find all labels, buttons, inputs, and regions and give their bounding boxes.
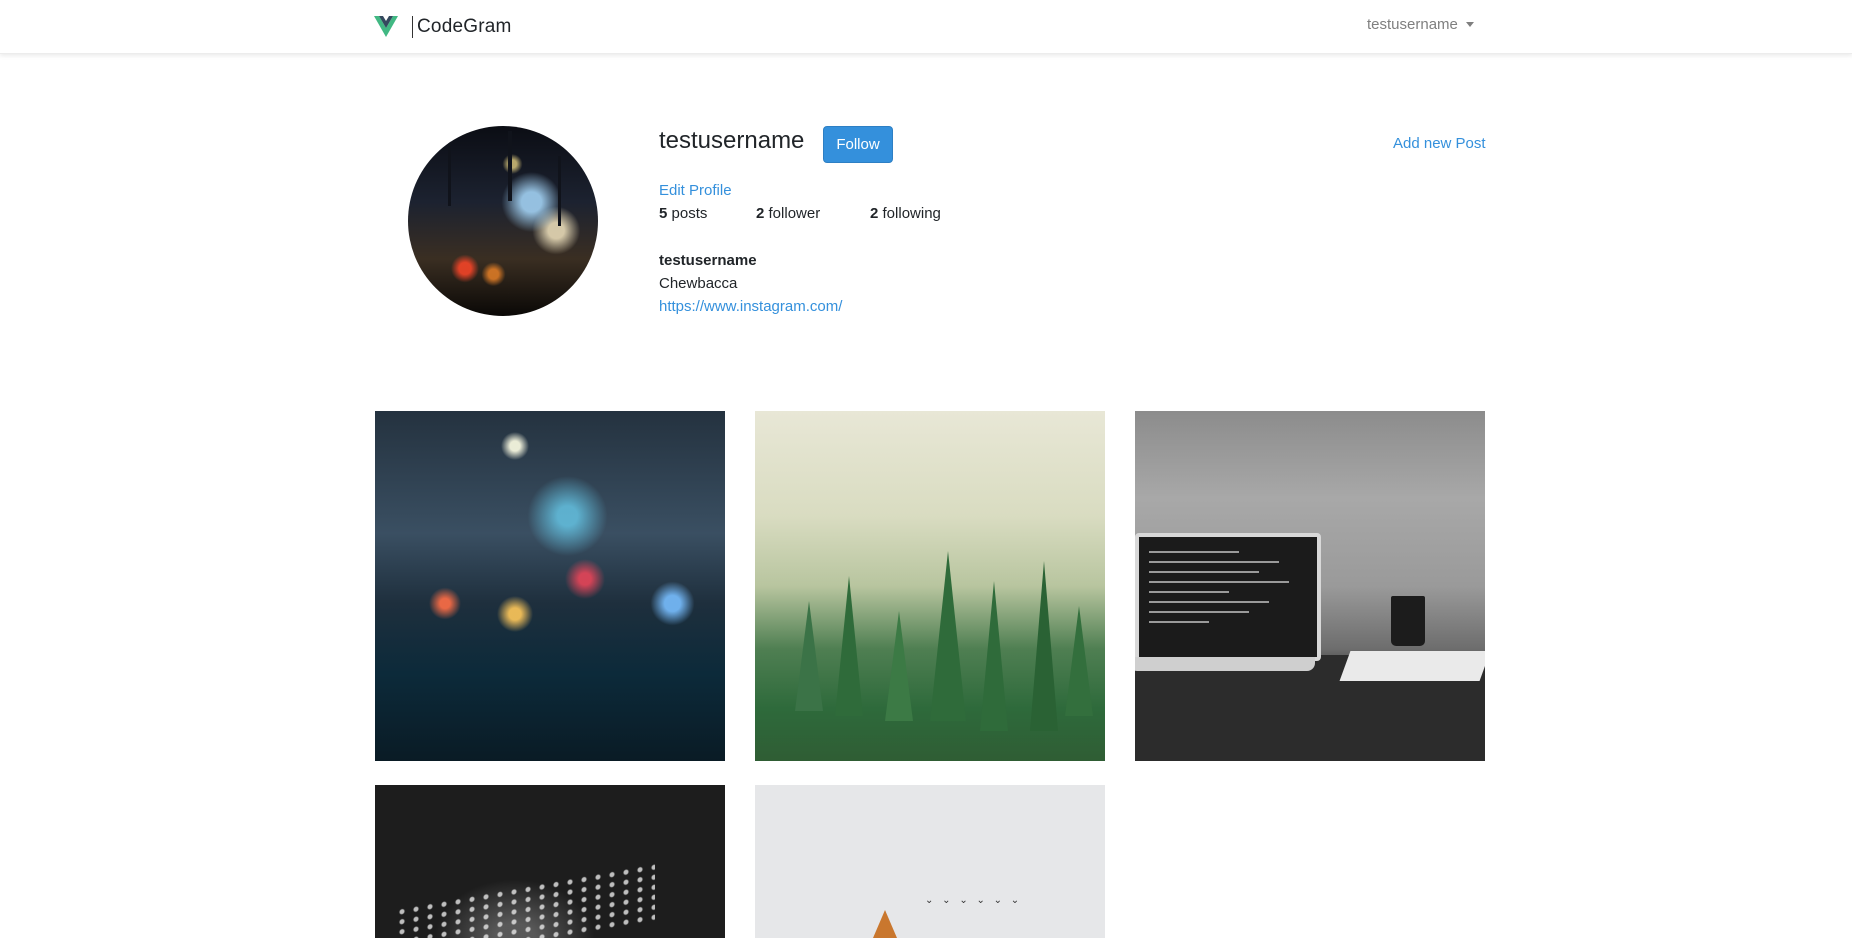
brand-separator (412, 16, 413, 38)
vue-logo-icon (374, 16, 398, 37)
followers-stat: 2 follower (756, 205, 820, 222)
user-dropdown-label: testusername (1367, 16, 1458, 33)
following-label: following (882, 205, 941, 222)
user-dropdown[interactable]: testusername (1367, 16, 1474, 33)
caret-down-icon (1465, 22, 1474, 27)
followers-count: 2 (756, 205, 765, 222)
followers-label: follower (768, 205, 821, 222)
profile-avatar[interactable] (408, 126, 598, 316)
brand-link[interactable]: CodeGram (374, 12, 512, 42)
brand-name: CodeGram (417, 16, 512, 37)
edit-profile-link[interactable]: Edit Profile (659, 182, 732, 199)
navbar: CodeGram testusername (0, 0, 1852, 54)
bio-description: Chewbacca (659, 275, 738, 292)
follow-button[interactable]: Follow (823, 126, 893, 163)
following-stat: 2 following (870, 205, 941, 222)
add-new-post-link[interactable]: Add new Post (1393, 135, 1486, 152)
post-image-4[interactable] (375, 785, 725, 938)
profile-username: testusername (659, 127, 805, 154)
bio-title: testusername (659, 252, 757, 269)
bio-url-link[interactable]: https://www.instagram.com/ (659, 298, 842, 315)
following-count: 2 (870, 205, 879, 222)
posts-count: 5 (659, 205, 668, 222)
post-image-5[interactable]: ⌄ ⌄ ⌄ ⌄ ⌄ ⌄ (755, 785, 1105, 938)
post-image-3[interactable] (1135, 411, 1485, 761)
posts-stat: 5 posts (659, 205, 707, 222)
posts-label: posts (671, 205, 708, 222)
post-image-1[interactable] (375, 411, 725, 761)
post-image-2[interactable] (755, 411, 1105, 761)
